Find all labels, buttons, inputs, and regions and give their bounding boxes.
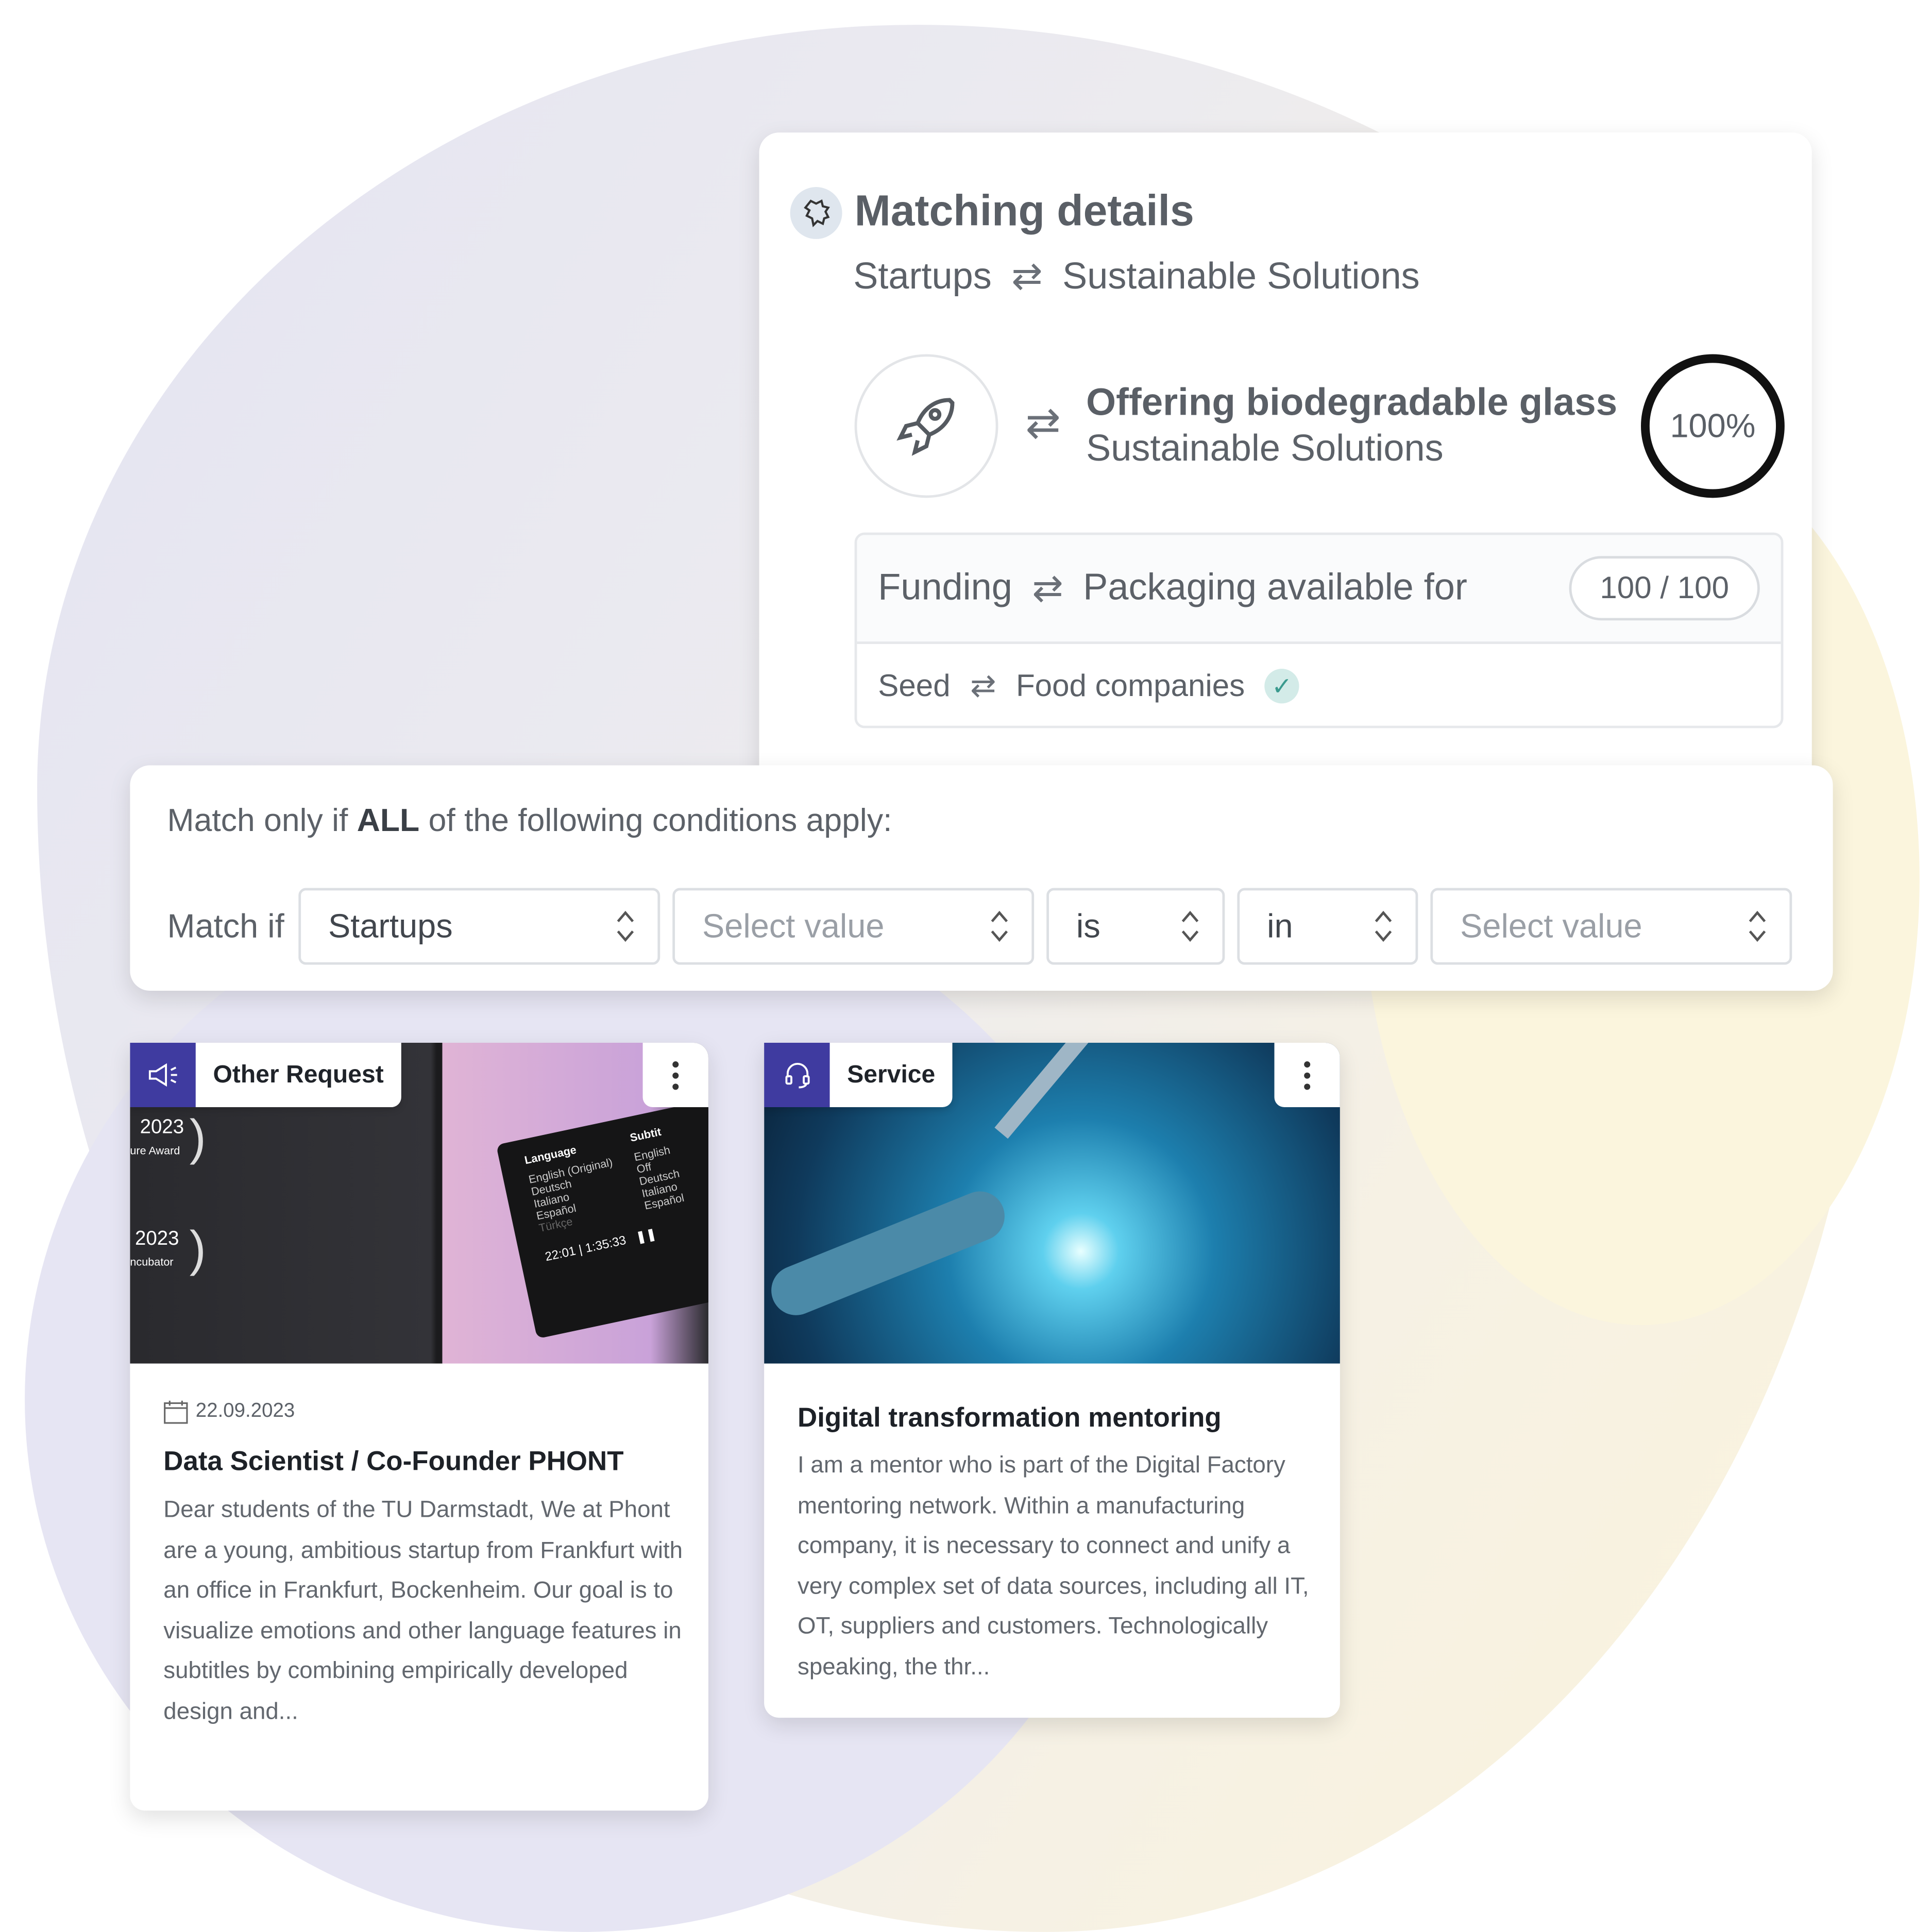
request-card[interactable]: 2023 ure Award 2023 ncubator ) ) Languag… (130, 1042, 708, 1811)
swap-arrows-icon: ⇄ (1032, 568, 1063, 609)
swap-arrows-icon: ⇄ (970, 669, 996, 704)
more-options-button[interactable] (1274, 1042, 1340, 1107)
check-icon: ✓ (1264, 669, 1299, 704)
select-value: in (1267, 907, 1293, 944)
award-label: ure Award (130, 1144, 180, 1157)
pause-icon: ❚❚ (634, 1227, 658, 1246)
select-value: Startups (328, 907, 453, 944)
operator-select[interactable]: is (1046, 888, 1225, 965)
criteria-sub-left: Seed (878, 668, 951, 703)
chevron-updown-icon (1749, 910, 1766, 942)
award-2: 2023 ncubator (130, 1229, 179, 1274)
match-pair: Startups ⇄ Sustainable Solutions (853, 255, 1420, 298)
card-tag: Service (764, 1042, 953, 1107)
select-placeholder: Select value (1460, 907, 1642, 944)
date-text: 22.09.2023 (195, 1400, 295, 1422)
card-title: Digital transformation mentoring (798, 1402, 1222, 1433)
pointing-arm-shape (764, 1184, 1012, 1323)
criteria-row: Funding ⇄ Packaging available for 100 / … (857, 535, 1781, 644)
swap-arrows-icon: ⇄ (1011, 256, 1043, 297)
stage: Matching details Startups ⇄ Sustainable … (0, 0, 1932, 1932)
card-body: Dear students of the TU Darmstadt, We at… (163, 1497, 683, 1725)
card-title: Data Scientist / Co-Founder PHONT (163, 1445, 624, 1477)
match-score-ring: 100% (1641, 354, 1785, 498)
robot-arm-shape (994, 1042, 1104, 1139)
swap-arrows-icon: ⇄ (1025, 400, 1061, 447)
chevron-updown-icon (1181, 910, 1199, 942)
more-options-button[interactable] (642, 1042, 708, 1107)
card-tag: Other Request (130, 1042, 401, 1107)
chevron-updown-icon (617, 910, 634, 942)
award-label: ncubator (130, 1256, 174, 1268)
player-screenshot: Language English (Original) Deutsch Ital… (496, 1093, 708, 1339)
offer-subtitle: Sustainable Solutions (1086, 428, 1444, 470)
card-tag-label: Other Request (213, 1060, 384, 1088)
service-card[interactable]: Service Digital transformation mentoring… (764, 1042, 1340, 1718)
conditions-emphasis: ALL (357, 801, 420, 839)
award-year: 2023 (140, 1117, 184, 1139)
rocket-icon (896, 398, 955, 456)
rocket-avatar (854, 354, 998, 498)
calendar-icon (164, 1400, 188, 1424)
select-placeholder: Select value (702, 907, 885, 944)
field-select[interactable]: Startups (298, 888, 660, 965)
chevron-updown-icon (991, 910, 1008, 942)
conditions-prefix: Match only if (167, 801, 357, 839)
match-score: 100% (1670, 406, 1756, 444)
offer-title: Offering biodegradable glass (1086, 380, 1618, 424)
select-value: is (1076, 907, 1100, 944)
player-time: 22:01 (544, 1245, 578, 1265)
conditions-suffix: of the following conditions apply: (419, 801, 892, 839)
value-select[interactable]: Select value (672, 888, 1035, 965)
conditions-heading: Match only if ALL of the following condi… (167, 801, 892, 840)
award-1: 2023 ure Award (130, 1117, 184, 1162)
laurel-icon: ) (189, 1222, 206, 1277)
card-body: I am a mentor who is part of the Digital… (798, 1452, 1309, 1680)
page-title: Matching details (854, 187, 1194, 235)
relation-select[interactable]: in (1237, 888, 1418, 965)
card-tag-label: Service (847, 1060, 936, 1088)
criteria-left: Funding (878, 567, 1012, 608)
criteria-points: 100 / 100 (1569, 556, 1760, 621)
match-to: Sustainable Solutions (1062, 256, 1420, 297)
criteria-box: Funding ⇄ Packaging available for 100 / … (854, 532, 1784, 728)
menu-heading: Subtit (629, 1125, 663, 1144)
criteria-sub-row: Seed ⇄ Food companies ✓ (857, 644, 1781, 726)
target-value-select[interactable]: Select value (1430, 888, 1792, 965)
criteria-sub-right: Food companies (1015, 668, 1245, 703)
headset-icon (764, 1042, 830, 1107)
chevron-updown-icon (1375, 910, 1392, 942)
match-from: Startups (853, 256, 992, 297)
matching-details-card: Matching details Startups ⇄ Sustainable … (759, 132, 1812, 802)
megaphone-icon (130, 1042, 196, 1107)
player-duration: 1:35:33 (584, 1234, 628, 1257)
card-date: 22.09.2023 (163, 1399, 295, 1424)
laurel-icon: ) (189, 1111, 206, 1165)
match-if-label: Match if (167, 907, 284, 945)
criteria-right: Packaging available for (1083, 567, 1467, 608)
award-year: 2023 (135, 1228, 179, 1250)
matching-icon (790, 187, 842, 239)
